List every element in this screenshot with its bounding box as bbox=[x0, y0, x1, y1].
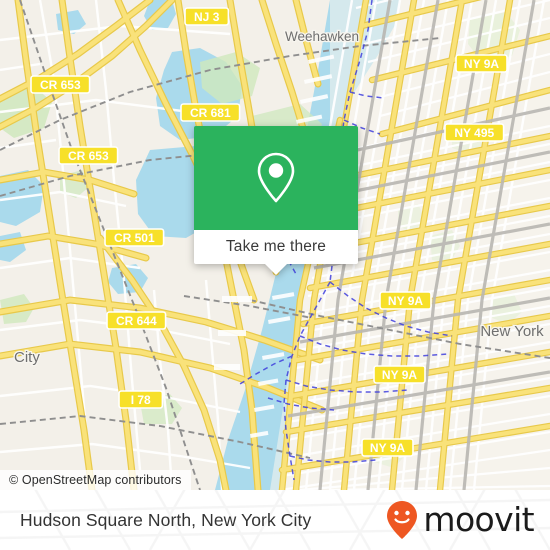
route-shield: CR 653 bbox=[58, 146, 119, 165]
route-shield: CR 501 bbox=[104, 228, 165, 247]
route-shield-label: CR 644 bbox=[116, 314, 157, 328]
route-shield: NJ 3 bbox=[184, 7, 230, 26]
route-shield: CR 644 bbox=[106, 311, 167, 330]
route-shield-label: CR 653 bbox=[40, 78, 81, 92]
route-shield: NY 9A bbox=[361, 438, 414, 457]
route-shield-label: NY 9A bbox=[370, 441, 405, 455]
route-shield: NY 9A bbox=[379, 291, 432, 310]
moovit-logo[interactable]: moovit bbox=[385, 490, 535, 550]
footer-place-name: Hudson Square North, New York City bbox=[20, 509, 312, 530]
route-shield-label: CR 501 bbox=[114, 231, 155, 245]
place-label-city: City bbox=[14, 349, 40, 366]
moovit-pin-smiley-icon bbox=[387, 501, 418, 539]
route-shield-label: NY 9A bbox=[464, 57, 499, 71]
route-shield-label: NJ 3 bbox=[194, 10, 220, 24]
route-shield-label: NY 495 bbox=[454, 126, 494, 140]
map-pin-icon bbox=[257, 152, 295, 203]
route-shield-label: I 78 bbox=[131, 393, 151, 407]
route-shield-label: NY 9A bbox=[388, 294, 423, 308]
place-label-weehawken: Weehawken bbox=[285, 29, 359, 44]
take-me-there-button[interactable]: Take me there bbox=[194, 230, 358, 264]
route-shield: NY 9A bbox=[455, 54, 508, 73]
popup-pointer bbox=[265, 264, 287, 275]
route-shield: CR 681 bbox=[180, 103, 241, 122]
route-shield-label: NY 9A bbox=[382, 368, 417, 382]
route-shield: CR 653 bbox=[30, 75, 91, 94]
popup-icon-area bbox=[194, 126, 358, 230]
route-shield: NY 495 bbox=[444, 123, 505, 142]
footer-bar: Hudson Square North, New York City moovi… bbox=[0, 490, 550, 550]
route-shield-label: CR 653 bbox=[68, 149, 109, 163]
moovit-wordmark: moovit bbox=[423, 499, 534, 539]
location-popup-card[interactable]: Take me there bbox=[194, 126, 358, 275]
map-screenshot-page: Weehawken New York City NJ 3 NY 9A CR 653 C… bbox=[0, 0, 550, 550]
place-label-new-york: New York bbox=[480, 323, 544, 340]
route-shield: I 78 bbox=[118, 390, 164, 409]
route-shield: NY 9A bbox=[373, 365, 426, 384]
route-shield-label: CR 681 bbox=[190, 106, 231, 120]
osm-attribution: © OpenStreetMap contributors bbox=[0, 470, 191, 490]
